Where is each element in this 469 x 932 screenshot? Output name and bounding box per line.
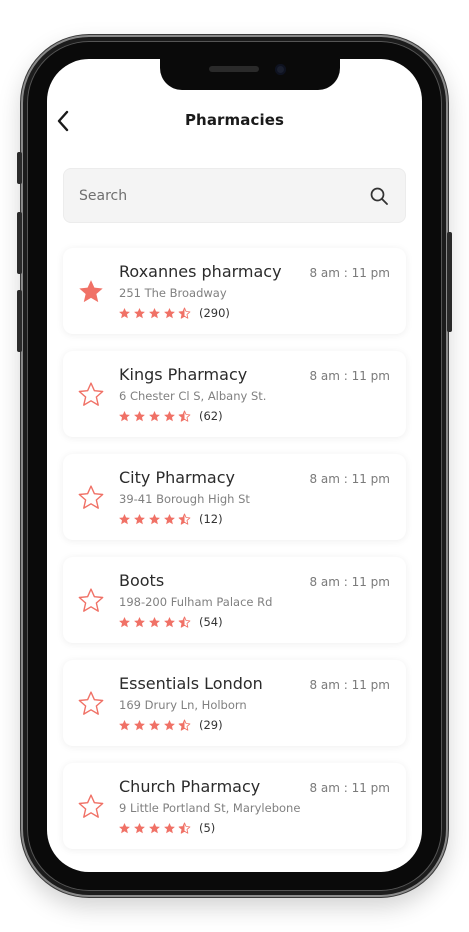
earpiece-speaker (209, 66, 259, 72)
rating-stars (118, 616, 191, 629)
pharmacy-card[interactable]: Essentials London 169 Drury Ln, Holborn 8 … (63, 660, 406, 746)
star-half-icon (178, 616, 191, 628)
star-filled-icon (164, 616, 175, 627)
device-notch (160, 59, 340, 90)
power-button (447, 232, 452, 332)
star-filled-icon (149, 822, 160, 833)
pharmacy-name: Church Pharmacy (119, 777, 261, 796)
app-screen: Pharmacies Roxannes pharmacy 251 The Broa… (47, 59, 422, 872)
star-half-icon (178, 822, 191, 834)
page-title: Pharmacies (184, 111, 285, 129)
search-icon[interactable] (369, 186, 389, 206)
opening-hours: 8 am : 11 pm (309, 678, 390, 692)
star-half-icon (178, 513, 191, 525)
star-filled-icon (134, 410, 145, 421)
pharmacy-address: 251 The Broadway (119, 286, 227, 300)
star-filled-icon (119, 616, 130, 627)
pharmacy-name: Boots (119, 571, 165, 590)
favorite-star-outline-icon[interactable] (77, 484, 105, 512)
star-filled-icon (149, 719, 160, 730)
review-count: (290) (199, 306, 230, 320)
star-filled-icon (149, 307, 160, 318)
opening-hours: 8 am : 11 pm (309, 781, 390, 795)
star-filled-icon (164, 307, 175, 318)
favorite-star-outline-icon[interactable] (77, 381, 105, 409)
favorite-star-outline-icon[interactable] (77, 587, 105, 615)
review-count: (12) (199, 512, 223, 526)
star-filled-icon (149, 513, 160, 524)
pharmacy-name: Essentials London (119, 674, 263, 693)
search-input[interactable] (79, 169, 349, 222)
rating: (54) (118, 614, 223, 630)
pharmacy-card[interactable]: Kings Pharmacy 6 Chester Cl S, Albany St.… (63, 351, 406, 437)
star-half-icon (178, 307, 191, 319)
star-filled-icon (134, 616, 145, 627)
rating-stars (118, 410, 191, 423)
volume-down-button (17, 290, 22, 352)
opening-hours: 8 am : 11 pm (309, 472, 390, 486)
opening-hours: 8 am : 11 pm (309, 266, 390, 280)
rating: (29) (118, 717, 223, 733)
front-camera (275, 64, 286, 75)
star-filled-icon (119, 513, 130, 524)
star-filled-icon (149, 616, 160, 627)
review-count: (62) (199, 409, 223, 423)
pharmacy-card[interactable]: Boots 198-200 Fulham Palace Rd 8 am : 11 p… (63, 557, 406, 643)
rating: (290) (118, 305, 230, 321)
rating-stars (118, 513, 191, 526)
pharmacy-address: 6 Chester Cl S, Albany St. (119, 389, 267, 403)
review-count: (5) (199, 821, 216, 835)
review-count: (54) (199, 615, 223, 629)
pharmacy-name: Roxannes pharmacy (119, 262, 282, 281)
pharmacy-card[interactable]: City Pharmacy 39-41 Borough High St 8 am :… (63, 454, 406, 540)
volume-up-button (17, 212, 22, 274)
mute-switch (17, 152, 22, 184)
star-filled-icon (134, 513, 145, 524)
favorite-star-outline-icon[interactable] (77, 793, 105, 821)
star-filled-icon (164, 719, 175, 730)
star-filled-icon (149, 410, 160, 421)
star-filled-icon (164, 410, 175, 421)
star-filled-icon (134, 822, 145, 833)
pharmacy-address: 198-200 Fulham Palace Rd (119, 595, 273, 609)
star-filled-icon (164, 822, 175, 833)
pharmacy-address: 39-41 Borough High St (119, 492, 250, 506)
pharmacy-name: Kings Pharmacy (119, 365, 248, 384)
star-filled-icon (164, 513, 175, 524)
star-filled-icon (119, 822, 130, 833)
star-filled-icon (134, 307, 145, 318)
star-filled-icon (119, 410, 130, 421)
review-count: (29) (199, 718, 223, 732)
rating-stars (118, 307, 191, 320)
rating: (12) (118, 511, 223, 527)
star-half-icon (178, 410, 191, 422)
rating: (5) (118, 820, 215, 836)
pharmacy-address: 169 Drury Ln, Holborn (119, 698, 247, 712)
opening-hours: 8 am : 11 pm (309, 369, 390, 383)
star-filled-icon (119, 719, 130, 730)
star-half-icon (178, 719, 191, 731)
pharmacy-address: 9 Little Portland St, Marylebone (119, 801, 301, 815)
pharmacy-name: City Pharmacy (119, 468, 235, 487)
search-bar[interactable] (63, 168, 406, 223)
pharmacy-card[interactable]: Roxannes pharmacy 251 The Broadway 8 am : … (63, 248, 406, 334)
star-filled-icon (119, 307, 130, 318)
favorite-star-filled-icon[interactable] (77, 278, 105, 306)
rating-stars (118, 822, 191, 835)
opening-hours: 8 am : 11 pm (309, 575, 390, 589)
favorite-star-outline-icon[interactable] (77, 690, 105, 718)
pharmacy-card[interactable]: Church Pharmacy 9 Little Portland St, Mar… (63, 763, 406, 849)
rating: (62) (118, 408, 223, 424)
star-filled-icon (134, 719, 145, 730)
rating-stars (118, 719, 191, 732)
